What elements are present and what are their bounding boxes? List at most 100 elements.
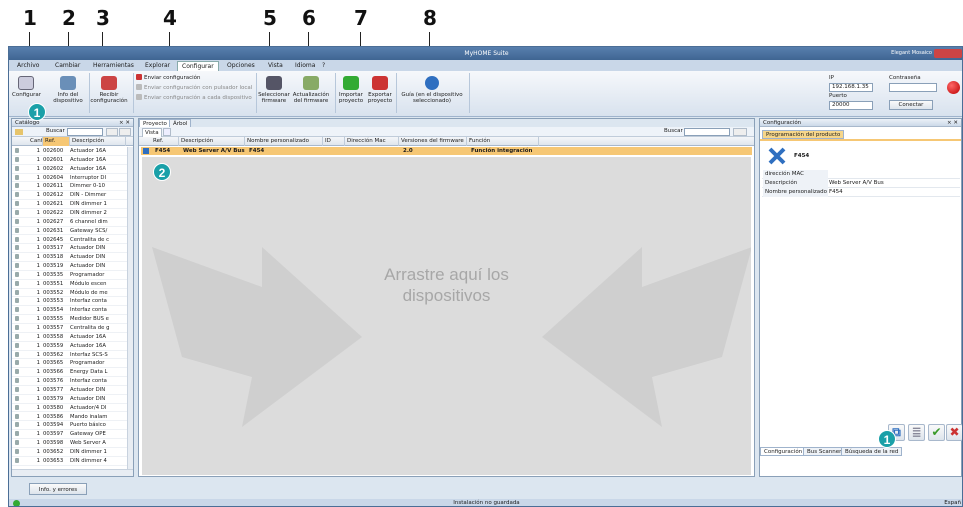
close-icon[interactable]: × ✕: [119, 119, 130, 127]
catalog-row[interactable]: 1 003554 Interfaz conta: [12, 306, 133, 316]
catalog-qty[interactable]: 1: [29, 182, 40, 191]
catalog-row[interactable]: 1 002604 Interruptor DI: [12, 174, 133, 183]
catalog-qty[interactable]: 1: [29, 289, 40, 298]
catalog-qty[interactable]: 1: [29, 430, 40, 439]
col-direccion-mac[interactable]: Dirección Mac: [345, 137, 399, 146]
project-table-row[interactable]: F454 Web Server A/V Bus F454 2.0 Función…: [141, 147, 752, 155]
catalog-qty[interactable]: 1: [29, 200, 40, 209]
catalog-row[interactable]: 1 002601 Actuador 16A: [12, 156, 133, 165]
catalog-row[interactable]: 1 003559 Actuador 16A: [12, 342, 133, 351]
guia-button[interactable]: Guía (en el dispositivo seleccionado): [397, 73, 467, 113]
catalog-row[interactable]: 1 003551 Módulo escen: [12, 280, 133, 289]
catalog-qty[interactable]: 1: [29, 386, 40, 395]
menu-idioma[interactable]: Idioma: [291, 61, 319, 71]
catalog-qty[interactable]: 1: [29, 333, 40, 342]
catalog-qty[interactable]: 1: [29, 404, 40, 413]
catalog-scrollbar[interactable]: [127, 147, 133, 469]
catalog-row[interactable]: 1 002631 Gateway SCS/: [12, 227, 133, 236]
catalog-search-button[interactable]: [119, 128, 131, 136]
catalog-qty[interactable]: 1: [29, 342, 40, 351]
menu-configurar[interactable]: Configurar: [177, 61, 219, 71]
cancel-button[interactable]: ✖: [946, 424, 962, 441]
port-field[interactable]: 20000: [829, 101, 873, 110]
catalog-row[interactable]: 1 003566 Energy Data L: [12, 368, 133, 378]
info-errores-button[interactable]: Info. y errores: [29, 483, 87, 495]
catalog-row[interactable]: 1 003580 Actuador/4 DI: [12, 404, 133, 413]
catalog-row[interactable]: 1 002627 6 channel dim: [12, 218, 133, 227]
catalog-row[interactable]: 1 003577 Actuador DIN: [12, 386, 133, 395]
catalog-row[interactable]: 1 003565 Programador: [12, 359, 133, 369]
catalog-row[interactable]: 1 003586 Mando inalam: [12, 413, 133, 422]
menu-herramientas[interactable]: Herramientas: [89, 61, 138, 71]
menu-cambiar[interactable]: Cambiar: [51, 61, 84, 71]
catalog-search-clear-icon[interactable]: [106, 128, 118, 136]
catalog-qty[interactable]: 1: [29, 368, 40, 377]
catalog-row[interactable]: 1 003653 DIN dimmer 4: [12, 457, 133, 466]
tab-programacion-producto[interactable]: Programación del producto: [762, 130, 845, 139]
confirm-button[interactable]: ✔: [928, 424, 945, 441]
catalog-qty[interactable]: 1: [29, 439, 40, 448]
project-search-clear-icon[interactable]: [733, 128, 747, 136]
catalog-row[interactable]: 1 003552 Módulo de me: [12, 289, 133, 298]
catalog-qty[interactable]: 1: [29, 156, 40, 165]
catalog-row[interactable]: 1 003517 Actuador DIN: [12, 244, 133, 254]
tab-arbol[interactable]: Árbol: [169, 119, 192, 127]
catalog-qty[interactable]: 1: [29, 191, 40, 200]
exportar-proyecto-button[interactable]: Exportar proyecto: [365, 73, 395, 113]
ip-field[interactable]: 192.168.1.35: [829, 83, 873, 92]
catalog-row[interactable]: 1 003553 Interfaz conta: [12, 297, 133, 307]
catalog-row[interactable]: 1 002602 Actuador 16A: [12, 165, 133, 174]
col-descripcion[interactable]: Descripción: [179, 137, 245, 146]
col-nombre-personalizado[interactable]: Nombre personalizado: [245, 137, 323, 146]
catalog-qty[interactable]: 1: [29, 253, 40, 262]
tab-configuracion[interactable]: Configuración: [760, 447, 807, 456]
catalog-qty[interactable]: 1: [29, 306, 40, 315]
catalog-qty[interactable]: 1: [29, 377, 40, 386]
catalog-qty[interactable]: 1: [29, 236, 40, 245]
catalog-qty[interactable]: 1: [29, 324, 40, 333]
project-search-input[interactable]: [684, 128, 730, 136]
catalog-row[interactable]: 1 003576 Interfaz conta: [12, 377, 133, 386]
vista-grid-icon[interactable]: [163, 128, 171, 136]
importar-proyecto-button[interactable]: Importar proyecto: [336, 73, 366, 113]
catalog-qty[interactable]: 1: [29, 351, 40, 360]
col-ref[interactable]: Ref.: [151, 137, 179, 146]
catalog-row[interactable]: 1 002621 DIN dimmer 1: [12, 200, 133, 209]
col-descripcion[interactable]: Descripción: [70, 137, 126, 146]
connect-button[interactable]: Conectar: [889, 100, 933, 110]
catalog-qty[interactable]: 1: [29, 165, 40, 174]
catalog-row[interactable]: 1 002611 Dimmer 0-10: [12, 182, 133, 192]
menu-opciones[interactable]: Opciones: [223, 61, 259, 71]
seleccionar-firmware-button[interactable]: Seleccionar firmware: [258, 73, 290, 113]
catalog-row[interactable]: 1 003557 Centralita de g: [12, 324, 133, 333]
catalog-row[interactable]: 1 003558 Actuador 16A: [12, 333, 133, 342]
col-versiones-firmware[interactable]: Versiones del firmware: [399, 137, 467, 146]
enviar-cada-dispositivo-button[interactable]: Enviar configuración a cada dispositivo: [136, 94, 252, 102]
catalog-folder-icon[interactable]: [15, 129, 23, 135]
catalog-qty[interactable]: 1: [29, 457, 40, 466]
catalog-qty[interactable]: 1: [29, 359, 40, 368]
col-id[interactable]: ID: [323, 137, 345, 146]
tab-proyecto[interactable]: Proyecto: [139, 119, 171, 127]
catalog-row[interactable]: 1 003535 Programador: [12, 271, 133, 280]
enviar-configuracion-button[interactable]: Enviar configuración: [136, 74, 200, 82]
catalog-row[interactable]: 1 002612 DIN - Dimmer: [12, 191, 133, 201]
catalog-qty[interactable]: 1: [29, 244, 40, 253]
catalog-qty[interactable]: 1: [29, 271, 40, 280]
list-button[interactable]: ≣: [908, 424, 925, 441]
catalog-row[interactable]: 1 003562 Interfaz SCS-S: [12, 351, 133, 360]
catalog-row[interactable]: 1 003518 Actuador DIN: [12, 253, 133, 263]
catalog-row[interactable]: 1 003594 Puerto básico: [12, 421, 133, 431]
col-ref[interactable]: Ref.: [43, 137, 70, 146]
catalog-hscrollbar[interactable]: [12, 469, 133, 476]
catalog-qty[interactable]: 1: [29, 395, 40, 404]
catalog-qty[interactable]: 1: [29, 315, 40, 324]
col-cantidad[interactable]: Cant.: [28, 137, 43, 146]
catalog-qty[interactable]: 1: [29, 218, 40, 227]
catalog-qty[interactable]: 1: [29, 421, 40, 430]
actualizacion-firmware-button[interactable]: Actualización del firmware: [291, 73, 331, 113]
catalog-row[interactable]: 1 002645 Centralita de c: [12, 236, 133, 245]
device-drop-area[interactable]: Arrastre aquí los dispositivos: [142, 157, 751, 475]
close-icon[interactable]: × ✕: [947, 119, 958, 127]
recibir-configuracion-button[interactable]: Recibir configuración: [89, 73, 129, 113]
